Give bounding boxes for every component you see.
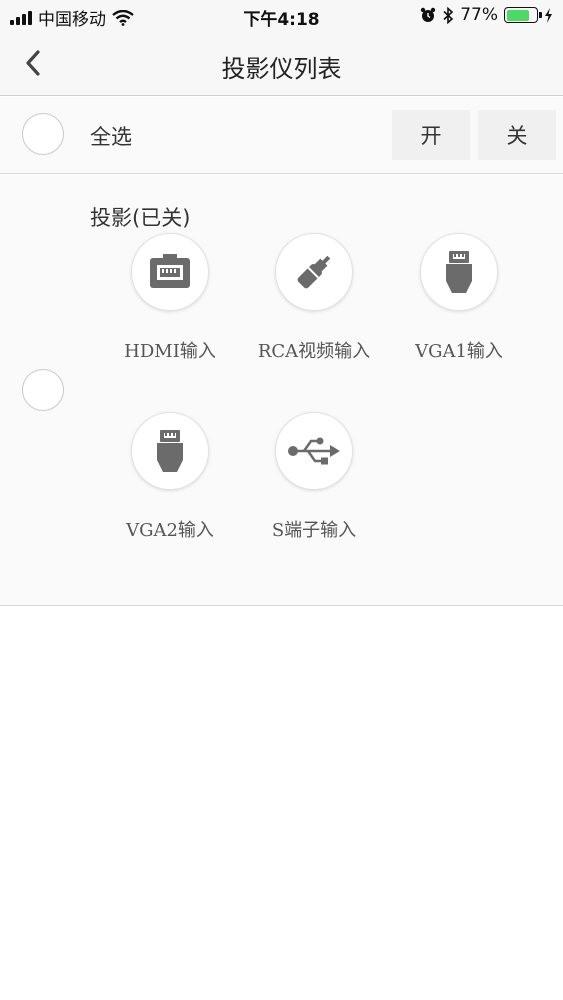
device-radio[interactable] (22, 369, 64, 411)
source-vga1[interactable]: VGA1输入 (384, 233, 534, 363)
source-icon-button[interactable] (420, 233, 498, 311)
source-icon-button[interactable] (131, 412, 209, 490)
select-all-row: 全选 开 关 (0, 97, 563, 174)
source-label: RCA视频输入 (257, 341, 371, 362)
hdmi-port-icon (150, 254, 190, 288)
vga-connector-icon (446, 251, 472, 293)
source-s-video[interactable]: S端子输入 (239, 412, 389, 542)
bluetooth-icon (443, 6, 454, 24)
status-bar: 中国移动 下午4:18 77% (0, 0, 563, 32)
source-label: HDMI输入 (124, 341, 216, 362)
power-off-button[interactable]: 关 (478, 110, 556, 160)
source-vga2[interactable]: VGA2输入 (95, 412, 245, 542)
source-label: VGA1输入 (415, 341, 503, 362)
source-icon-button[interactable] (275, 412, 353, 490)
alarm-icon (421, 7, 436, 22)
battery-percent: 77% (460, 5, 498, 25)
select-all-label: 全选 (90, 125, 132, 149)
source-icon-button[interactable] (275, 233, 353, 311)
device-name: 投影(已关) (90, 206, 191, 230)
device-section: 投影(已关) HDMI输入 RCA视频输入 VGA1输入 VGA2输入 S端子输… (0, 175, 563, 606)
source-label: VGA2输入 (126, 520, 214, 541)
page-title: 投影仪列表 (221, 55, 342, 83)
nav-bar: 投影仪列表 (0, 32, 563, 96)
source-rca[interactable]: RCA视频输入 (239, 233, 389, 363)
power-on-button[interactable]: 开 (392, 110, 470, 160)
vga-connector-icon (157, 430, 183, 472)
battery-icon (504, 7, 542, 23)
select-all-radio[interactable] (22, 113, 64, 155)
source-label: S端子输入 (271, 520, 357, 541)
battery-fill (506, 9, 529, 21)
source-icon-button[interactable] (131, 233, 209, 311)
rca-plug-icon (297, 255, 331, 289)
charging-icon (545, 7, 552, 23)
source-hdmi[interactable]: HDMI输入 (95, 233, 245, 363)
usb-icon (288, 437, 340, 465)
status-right: 77% (420, 5, 553, 25)
